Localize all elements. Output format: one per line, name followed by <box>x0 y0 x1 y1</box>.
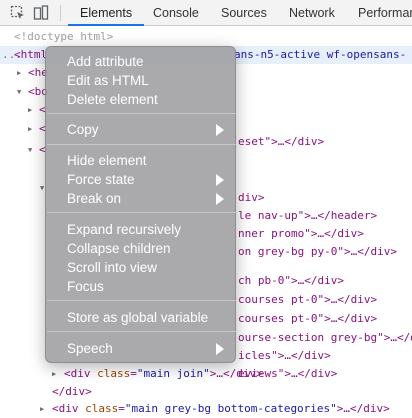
tree-line[interactable]: eset">…</div> <box>238 133 324 151</box>
div-close-tag: </div> <box>52 385 92 398</box>
menu-item-delete-element[interactable]: Delete element <box>67 90 158 109</box>
div-close-fragment: >…</div> <box>209 367 263 380</box>
menu-item-collapse-children[interactable]: Collapse children <box>67 239 171 258</box>
tree-line[interactable]: ourse-section grey-bg">…</div <box>238 329 412 347</box>
menu-separator <box>47 113 236 114</box>
body-line[interactable]: ▼ <bo <box>0 83 50 101</box>
tree-line[interactable]: nner promo">…</div> <box>238 225 364 243</box>
class-value: "main join" <box>136 367 210 380</box>
menu-item-edit-as-html[interactable]: Edit as HTML <box>67 71 149 90</box>
courses-fragment: courses pt-0">…</div> <box>238 293 378 306</box>
header-fragment: le nav-up">…</header> <box>238 209 378 222</box>
submenu-arrow-icon <box>216 124 224 136</box>
menu-item-speech[interactable]: Speech <box>67 339 113 358</box>
submenu-arrow-icon <box>216 193 224 205</box>
menu-item-expand-recursively[interactable]: Expand recursively <box>67 220 181 239</box>
div-close-fragment: eset">…</div> <box>238 135 325 148</box>
doctype-line[interactable]: <!doctype html> <box>14 28 113 46</box>
course-section-fragment: ourse-section grey-bg">…</div <box>238 331 412 344</box>
menu-item-add-attribute[interactable]: Add attribute <box>67 52 144 71</box>
tab-network[interactable]: Network <box>289 0 335 26</box>
menu-item-force-state[interactable]: Force state <box>67 170 135 189</box>
menu-item-copy[interactable]: Copy <box>67 120 99 139</box>
tree-line[interactable]: icles">…</div> <box>238 347 331 365</box>
pb0-fragment: ch pb-0">…</div> <box>238 274 344 287</box>
join-div-line[interactable]: ▶ <div class="main join">…</div> <box>0 365 263 383</box>
tree-line[interactable]: le nav-up">…</header> <box>238 207 377 225</box>
grey-bg-fragment: on grey-bg py-0">…</div> <box>238 245 397 258</box>
html-tag: <html <box>14 48 48 61</box>
menu-item-focus[interactable]: Focus <box>67 277 104 296</box>
tree-line[interactable]: ▼ < <box>0 141 50 159</box>
div-close-fragment: >…</div> <box>336 402 390 415</box>
submenu-arrow-icon <box>216 343 224 355</box>
collapse-triangle-icon[interactable]: ▼ <box>40 179 44 197</box>
tree-line[interactable]: div> <box>238 189 265 207</box>
menu-separator <box>47 212 236 213</box>
class-attr: class <box>97 367 131 380</box>
toolbar-divider <box>60 5 61 21</box>
tree-line[interactable]: ch pb-0">…</div> <box>238 272 344 290</box>
tree-line[interactable]: ▼ <box>0 179 50 197</box>
tree-line[interactable]: ▶ < <box>0 101 50 119</box>
inspect-element-icon[interactable] <box>10 5 26 21</box>
tab-sources[interactable]: Sources <box>221 0 267 26</box>
menu-item-hide-element[interactable]: Hide element <box>67 151 147 170</box>
div-tag: <div <box>52 402 79 415</box>
expand-triangle-icon[interactable]: ▶ <box>28 120 32 138</box>
tree-line[interactable]: ▶ < <box>0 120 50 138</box>
tab-performance[interactable]: Performance <box>358 0 412 26</box>
menu-separator <box>47 144 236 145</box>
html-class-value: ans-n5-active wf-opensans- <box>234 48 407 61</box>
tree-line[interactable]: on grey-bg py-0">…</div> <box>238 243 397 261</box>
expand-triangle-icon[interactable]: ▶ <box>40 400 44 418</box>
bottom-categories-line[interactable]: ▶ <div class="main grey-bg bottom-catego… <box>0 400 412 418</box>
articles-fragment: icles">…</div> <box>238 349 331 362</box>
tab-console[interactable]: Console <box>153 0 199 26</box>
div-end-line[interactable]: </div> <box>52 383 92 401</box>
class-value: "main grey-bg bottom-categories" <box>124 402 337 415</box>
devtools-toolbar: Elements Console Sources Network Perform… <box>0 0 412 26</box>
tree-line[interactable]: courses pt-0">…</div> <box>238 291 377 309</box>
collapse-triangle-icon[interactable]: ▼ <box>17 83 21 101</box>
menu-separator <box>47 331 236 332</box>
promo-fragment: nner promo">…</div> <box>238 227 364 240</box>
div-tag: <div <box>64 367 91 380</box>
expand-triangle-icon[interactable]: ▶ <box>17 64 21 82</box>
submenu-arrow-icon <box>216 174 224 186</box>
context-menu: Add attribute Edit as HTML Delete elemen… <box>45 46 236 363</box>
expand-triangle-icon[interactable]: ▶ <box>28 101 32 119</box>
collapse-triangle-icon[interactable]: ▼ <box>28 141 32 159</box>
menu-item-store-as-global-variable[interactable]: Store as global variable <box>67 308 208 327</box>
menu-separator <box>47 300 236 301</box>
device-toolbar-icon[interactable] <box>33 5 49 21</box>
class-attr: class <box>85 402 119 415</box>
menu-item-break-on[interactable]: Break on <box>67 189 121 208</box>
doctype-text: <!doctype html> <box>14 30 114 43</box>
tab-elements[interactable]: Elements <box>68 0 145 26</box>
expand-triangle-icon[interactable]: ▶ <box>52 365 56 383</box>
head-line[interactable]: ▶ <he <box>0 64 50 82</box>
courses-fragment: courses pt-0">…</div> <box>238 312 378 325</box>
div-close-fragment: div> <box>238 191 265 204</box>
tree-line[interactable]: courses pt-0">…</div> <box>238 310 377 328</box>
menu-item-scroll-into-view[interactable]: Scroll into view <box>67 258 157 277</box>
